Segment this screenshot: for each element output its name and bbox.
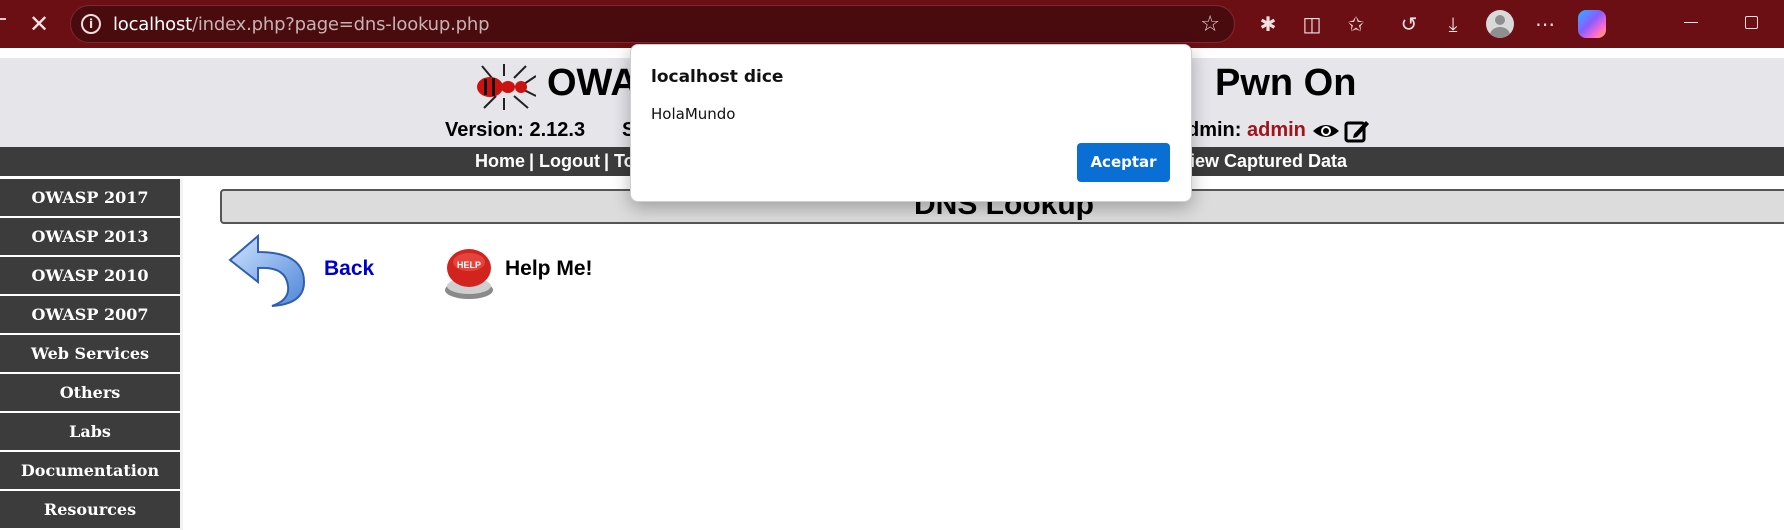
version-label: Version: 2.12.3 <box>445 119 586 141</box>
restore-icon[interactable] <box>1745 16 1758 29</box>
favorite-star-icon[interactable]: ☆ <box>1200 12 1220 37</box>
sidebar-item-owasp-2017[interactable]: OWASP 2017 <box>0 179 180 216</box>
tab-edge <box>0 18 6 20</box>
sidebar-divider <box>180 179 183 530</box>
url-host: localhost <box>113 14 192 35</box>
sidebar-item-documentation[interactable]: Documentation <box>0 452 180 489</box>
menu-home-link[interactable]: Home <box>475 151 525 172</box>
alert-dialog: localhost dice HolaMundo Aceptar <box>630 44 1192 202</box>
favorites-icon[interactable]: ✩ <box>1341 9 1371 39</box>
sidebar-item-owasp-2013[interactable]: OWASP 2013 <box>0 218 180 255</box>
profile-avatar[interactable] <box>1486 10 1514 38</box>
menu-separator: | <box>604 151 610 171</box>
ant-logo-icon <box>477 64 536 110</box>
help-button-icon[interactable]: HELP <box>441 246 497 300</box>
logged-in-user: dmin: admin <box>1187 119 1306 142</box>
back-link[interactable]: Back <box>324 257 374 281</box>
help-badge-text: HELP <box>457 260 481 270</box>
sidebar: OWASP 2017 OWASP 2013 OWASP 2010 OWASP 2… <box>0 179 180 530</box>
sidebar-item-resources[interactable]: Resources <box>0 491 180 528</box>
site-title: OWA <box>547 62 638 104</box>
download-icon[interactable]: ⤓ <box>1438 9 1468 39</box>
back-arrow-icon[interactable] <box>228 234 308 308</box>
edit-icon[interactable] <box>1344 118 1370 144</box>
split-screen-icon[interactable]: ◫ <box>1297 9 1327 39</box>
minimize-icon[interactable] <box>1684 22 1698 23</box>
eye-icon[interactable] <box>1312 121 1340 141</box>
copilot-icon[interactable] <box>1578 10 1606 38</box>
help-me-link[interactable]: Help Me! <box>505 257 593 281</box>
url-path: /index.php?page=dns-lookup.php <box>192 14 490 35</box>
address-bar[interactable]: i localhost/index.php?page=dns-lookup.ph… <box>70 5 1235 43</box>
extensions-icon[interactable]: ✱ <box>1253 9 1283 39</box>
menu-separator: | <box>529 151 535 171</box>
close-icon[interactable]: ✕ <box>26 11 52 37</box>
sidebar-item-web-services[interactable]: Web Services <box>0 335 180 372</box>
dialog-message: HolaMundo <box>651 105 736 123</box>
menu-logout-link[interactable]: Logout <box>539 151 600 172</box>
sidebar-item-labs[interactable]: Labs <box>0 413 180 450</box>
dialog-title: localhost dice <box>651 67 784 87</box>
history-icon[interactable]: ↺ <box>1394 9 1424 39</box>
menu-view-captured-data-link[interactable]: iew Captured Data <box>1190 151 1347 172</box>
more-options-icon[interactable]: ⋯ <box>1530 9 1560 39</box>
site-info-icon[interactable]: i <box>81 14 101 34</box>
url-text[interactable]: localhost/index.php?page=dns-lookup.php <box>113 14 490 35</box>
sidebar-item-others[interactable]: Others <box>0 374 180 411</box>
sidebar-item-owasp-2007[interactable]: OWASP 2007 <box>0 296 180 333</box>
site-title-end: Pwn On <box>1215 62 1357 104</box>
admin-label: dmin: <box>1187 119 1247 141</box>
accept-button[interactable]: Aceptar <box>1077 143 1170 182</box>
admin-username: admin <box>1247 119 1306 141</box>
browser-toolbar: ✕ i localhost/index.php?page=dns-lookup.… <box>0 0 1784 48</box>
sidebar-item-owasp-2010[interactable]: OWASP 2010 <box>0 257 180 294</box>
